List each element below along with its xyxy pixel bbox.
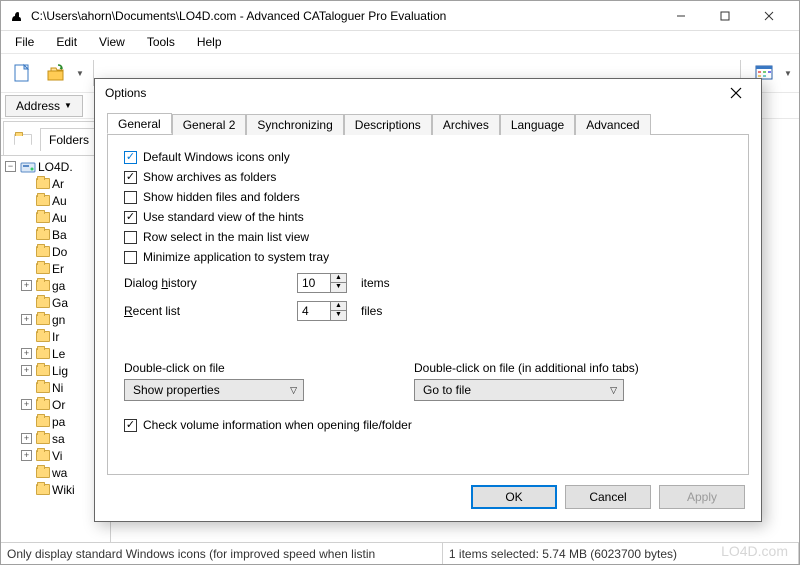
checkbox-check-volume[interactable]: ✓: [124, 419, 137, 432]
input-recent-list[interactable]: [297, 301, 331, 321]
new-icon[interactable]: [7, 58, 37, 88]
label-row-select: Row select in the main list view: [143, 230, 309, 244]
menu-help[interactable]: Help: [187, 33, 232, 51]
label-check-volume: Check volume information when opening fi…: [143, 418, 412, 432]
chevron-down-icon: ▼: [64, 101, 72, 110]
address-button[interactable]: Address ▼: [5, 95, 83, 117]
folder-icon: [36, 331, 50, 342]
tab-general[interactable]: General: [107, 113, 172, 134]
combo-dblclick-file-tabs[interactable]: Go to file ▽: [414, 379, 624, 401]
menu-view[interactable]: View: [89, 33, 135, 51]
label-dblclick-file-tabs: Double-click on file (in additional info…: [414, 361, 732, 375]
checkbox-show-hidden[interactable]: [124, 191, 137, 204]
toolbar-dropdown-icon[interactable]: ▼: [75, 69, 85, 78]
chevron-down-icon: ▽: [610, 385, 617, 396]
options-dialog: Options General General 2 Synchronizing …: [94, 78, 762, 522]
apply-button[interactable]: Apply: [659, 485, 745, 509]
label-default-icons: Default Windows icons only: [143, 150, 290, 164]
ok-button[interactable]: OK: [471, 485, 557, 509]
folder-icon: [36, 314, 50, 325]
unit-files: files: [361, 304, 382, 318]
folder-icon: [36, 178, 50, 189]
input-dialog-history[interactable]: [297, 273, 331, 293]
folder-icon: [36, 382, 50, 393]
folder-icon: [36, 246, 50, 257]
checkbox-show-archives[interactable]: ✓: [124, 171, 137, 184]
label-recent-list: Recent list: [124, 304, 289, 318]
folder-icon: [36, 467, 50, 478]
folder-icon: [36, 399, 50, 410]
label-show-hidden: Show hidden files and folders: [143, 190, 300, 204]
minimize-button[interactable]: [659, 2, 703, 30]
toolbar-dropdown-icon[interactable]: ▼: [783, 69, 793, 78]
cancel-button[interactable]: Cancel: [565, 485, 651, 509]
tab-general2[interactable]: General 2: [172, 114, 247, 135]
statusbar: Only display standard Windows icons (for…: [1, 542, 799, 564]
status-left: Only display standard Windows icons (for…: [1, 543, 443, 564]
window-title: C:\Users\ahorn\Documents\LO4D.com - Adva…: [31, 9, 659, 23]
checkbox-row-select[interactable]: [124, 231, 137, 244]
dialog-titlebar: Options: [95, 79, 761, 107]
options-tabstrip: General General 2 Synchronizing Descript…: [107, 113, 749, 135]
spin-up-icon[interactable]: ▲: [331, 302, 346, 311]
menubar: File Edit View Tools Help: [1, 31, 799, 53]
folder-icon: [36, 433, 50, 444]
watermark: LO4D.com: [721, 543, 788, 559]
spin-down-icon[interactable]: ▼: [331, 283, 346, 292]
tab-language[interactable]: Language: [500, 114, 575, 135]
chevron-down-icon: ▽: [290, 385, 297, 396]
open-icon[interactable]: [41, 58, 71, 88]
combo-dblclick-file[interactable]: Show properties ▽: [124, 379, 304, 401]
folder-icon: [36, 348, 50, 359]
tab-descriptions[interactable]: Descriptions: [344, 114, 432, 135]
unit-items: items: [361, 276, 390, 290]
folder-icon: [36, 365, 50, 376]
combo-dblclick-file-tabs-value: Go to file: [423, 383, 471, 397]
close-button[interactable]: [747, 2, 791, 30]
label-std-hints: Use standard view of the hints: [143, 210, 304, 224]
folder-icon: [36, 297, 50, 308]
drive-icon: [20, 160, 36, 174]
dialog-button-row: OK Cancel Apply: [95, 475, 761, 521]
spinner-dialog-history[interactable]: ▲▼: [297, 273, 347, 293]
general-panel: ✓ Default Windows icons only ✓ Show archiv…: [107, 135, 749, 475]
tab-synchronizing[interactable]: Synchronizing: [246, 114, 343, 135]
folder-icon: [36, 450, 50, 461]
combo-dblclick-file-value: Show properties: [133, 383, 220, 397]
label-show-archives: Show archives as folders: [143, 170, 276, 184]
menu-tools[interactable]: Tools: [137, 33, 185, 51]
titlebar: C:\Users\ahorn\Documents\LO4D.com - Adva…: [1, 1, 799, 31]
app-icon: [9, 8, 25, 24]
spinner-recent-list[interactable]: ▲▼: [297, 301, 347, 321]
folder-icon: [36, 280, 50, 291]
spin-up-icon[interactable]: ▲: [331, 274, 346, 283]
label-minimize-tray: Minimize application to system tray: [143, 250, 329, 264]
folder-icon: [36, 195, 50, 206]
folder-icon: [36, 212, 50, 223]
menu-file[interactable]: File: [5, 33, 44, 51]
tab-advanced[interactable]: Advanced: [575, 114, 650, 135]
checkbox-minimize-tray[interactable]: [124, 251, 137, 264]
address-label: Address: [16, 99, 60, 113]
folder-icon: [36, 484, 50, 495]
folder-icon: [36, 416, 50, 427]
tab-archives[interactable]: Archives: [432, 114, 500, 135]
label-dblclick-file: Double-click on file: [124, 361, 374, 375]
dialog-title: Options: [105, 86, 721, 100]
label-dialog-history: Dialog history: [124, 276, 289, 290]
folder-icon: [14, 134, 32, 145]
checkbox-std-hints[interactable]: ✓: [124, 211, 137, 224]
folders-tab-label: Folders: [40, 128, 98, 151]
folder-icon: [36, 263, 50, 274]
spin-down-icon[interactable]: ▼: [331, 311, 346, 320]
menu-edit[interactable]: Edit: [46, 33, 87, 51]
checkbox-default-icons[interactable]: ✓: [124, 151, 137, 164]
dialog-close-button[interactable]: [721, 80, 751, 106]
folder-icon: [36, 229, 50, 240]
maximize-button[interactable]: [703, 2, 747, 30]
